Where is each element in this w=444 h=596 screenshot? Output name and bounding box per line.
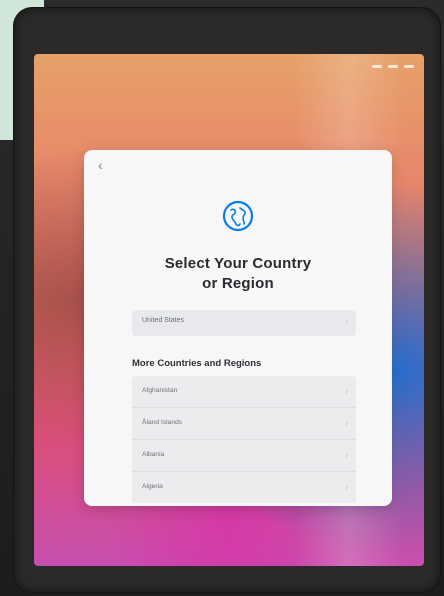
photo-frame: ‹ Select Your Country or Region United S… bbox=[0, 0, 444, 596]
country-region-sheet: ‹ Select Your Country or Region United S… bbox=[84, 150, 392, 506]
country-row[interactable]: Albania › bbox=[132, 440, 356, 472]
ipad-screen: ‹ Select Your Country or Region United S… bbox=[34, 54, 424, 566]
battery-icon bbox=[404, 64, 414, 68]
globe-icon bbox=[222, 200, 254, 232]
section-title: More Countries and Regions bbox=[132, 358, 262, 369]
back-chevron-icon[interactable]: ‹ bbox=[98, 158, 112, 172]
page-title: Select Your Country or Region bbox=[84, 254, 392, 294]
selected-country-row[interactable]: United States › bbox=[132, 310, 356, 336]
country-label: Åland Islands bbox=[142, 419, 183, 426]
countries-list: Afghanistan › Åland Islands › Albania › … bbox=[132, 376, 356, 503]
chevron-right-icon: › bbox=[345, 451, 348, 460]
country-row[interactable]: Åland Islands › bbox=[132, 408, 356, 440]
chevron-right-icon: › bbox=[345, 483, 348, 492]
chevron-right-icon: › bbox=[345, 419, 348, 428]
title-line-1: Select Your Country bbox=[164, 255, 312, 272]
ipad-device: ‹ Select Your Country or Region United S… bbox=[14, 8, 440, 592]
country-label: Afghanistan bbox=[142, 387, 178, 394]
status-indicator-icon bbox=[388, 64, 398, 68]
chevron-right-icon: › bbox=[345, 317, 348, 326]
country-label: Albania bbox=[142, 451, 165, 458]
country-row[interactable]: Afghanistan › bbox=[132, 376, 356, 408]
status-indicator-icon bbox=[372, 64, 382, 68]
country-label: Algeria bbox=[142, 483, 163, 490]
country-row[interactable]: Algeria › bbox=[132, 472, 356, 503]
title-line-2: or Region bbox=[202, 275, 274, 292]
chevron-right-icon: › bbox=[345, 387, 348, 396]
selected-country-label: United States bbox=[142, 317, 185, 324]
status-bar bbox=[372, 62, 414, 70]
